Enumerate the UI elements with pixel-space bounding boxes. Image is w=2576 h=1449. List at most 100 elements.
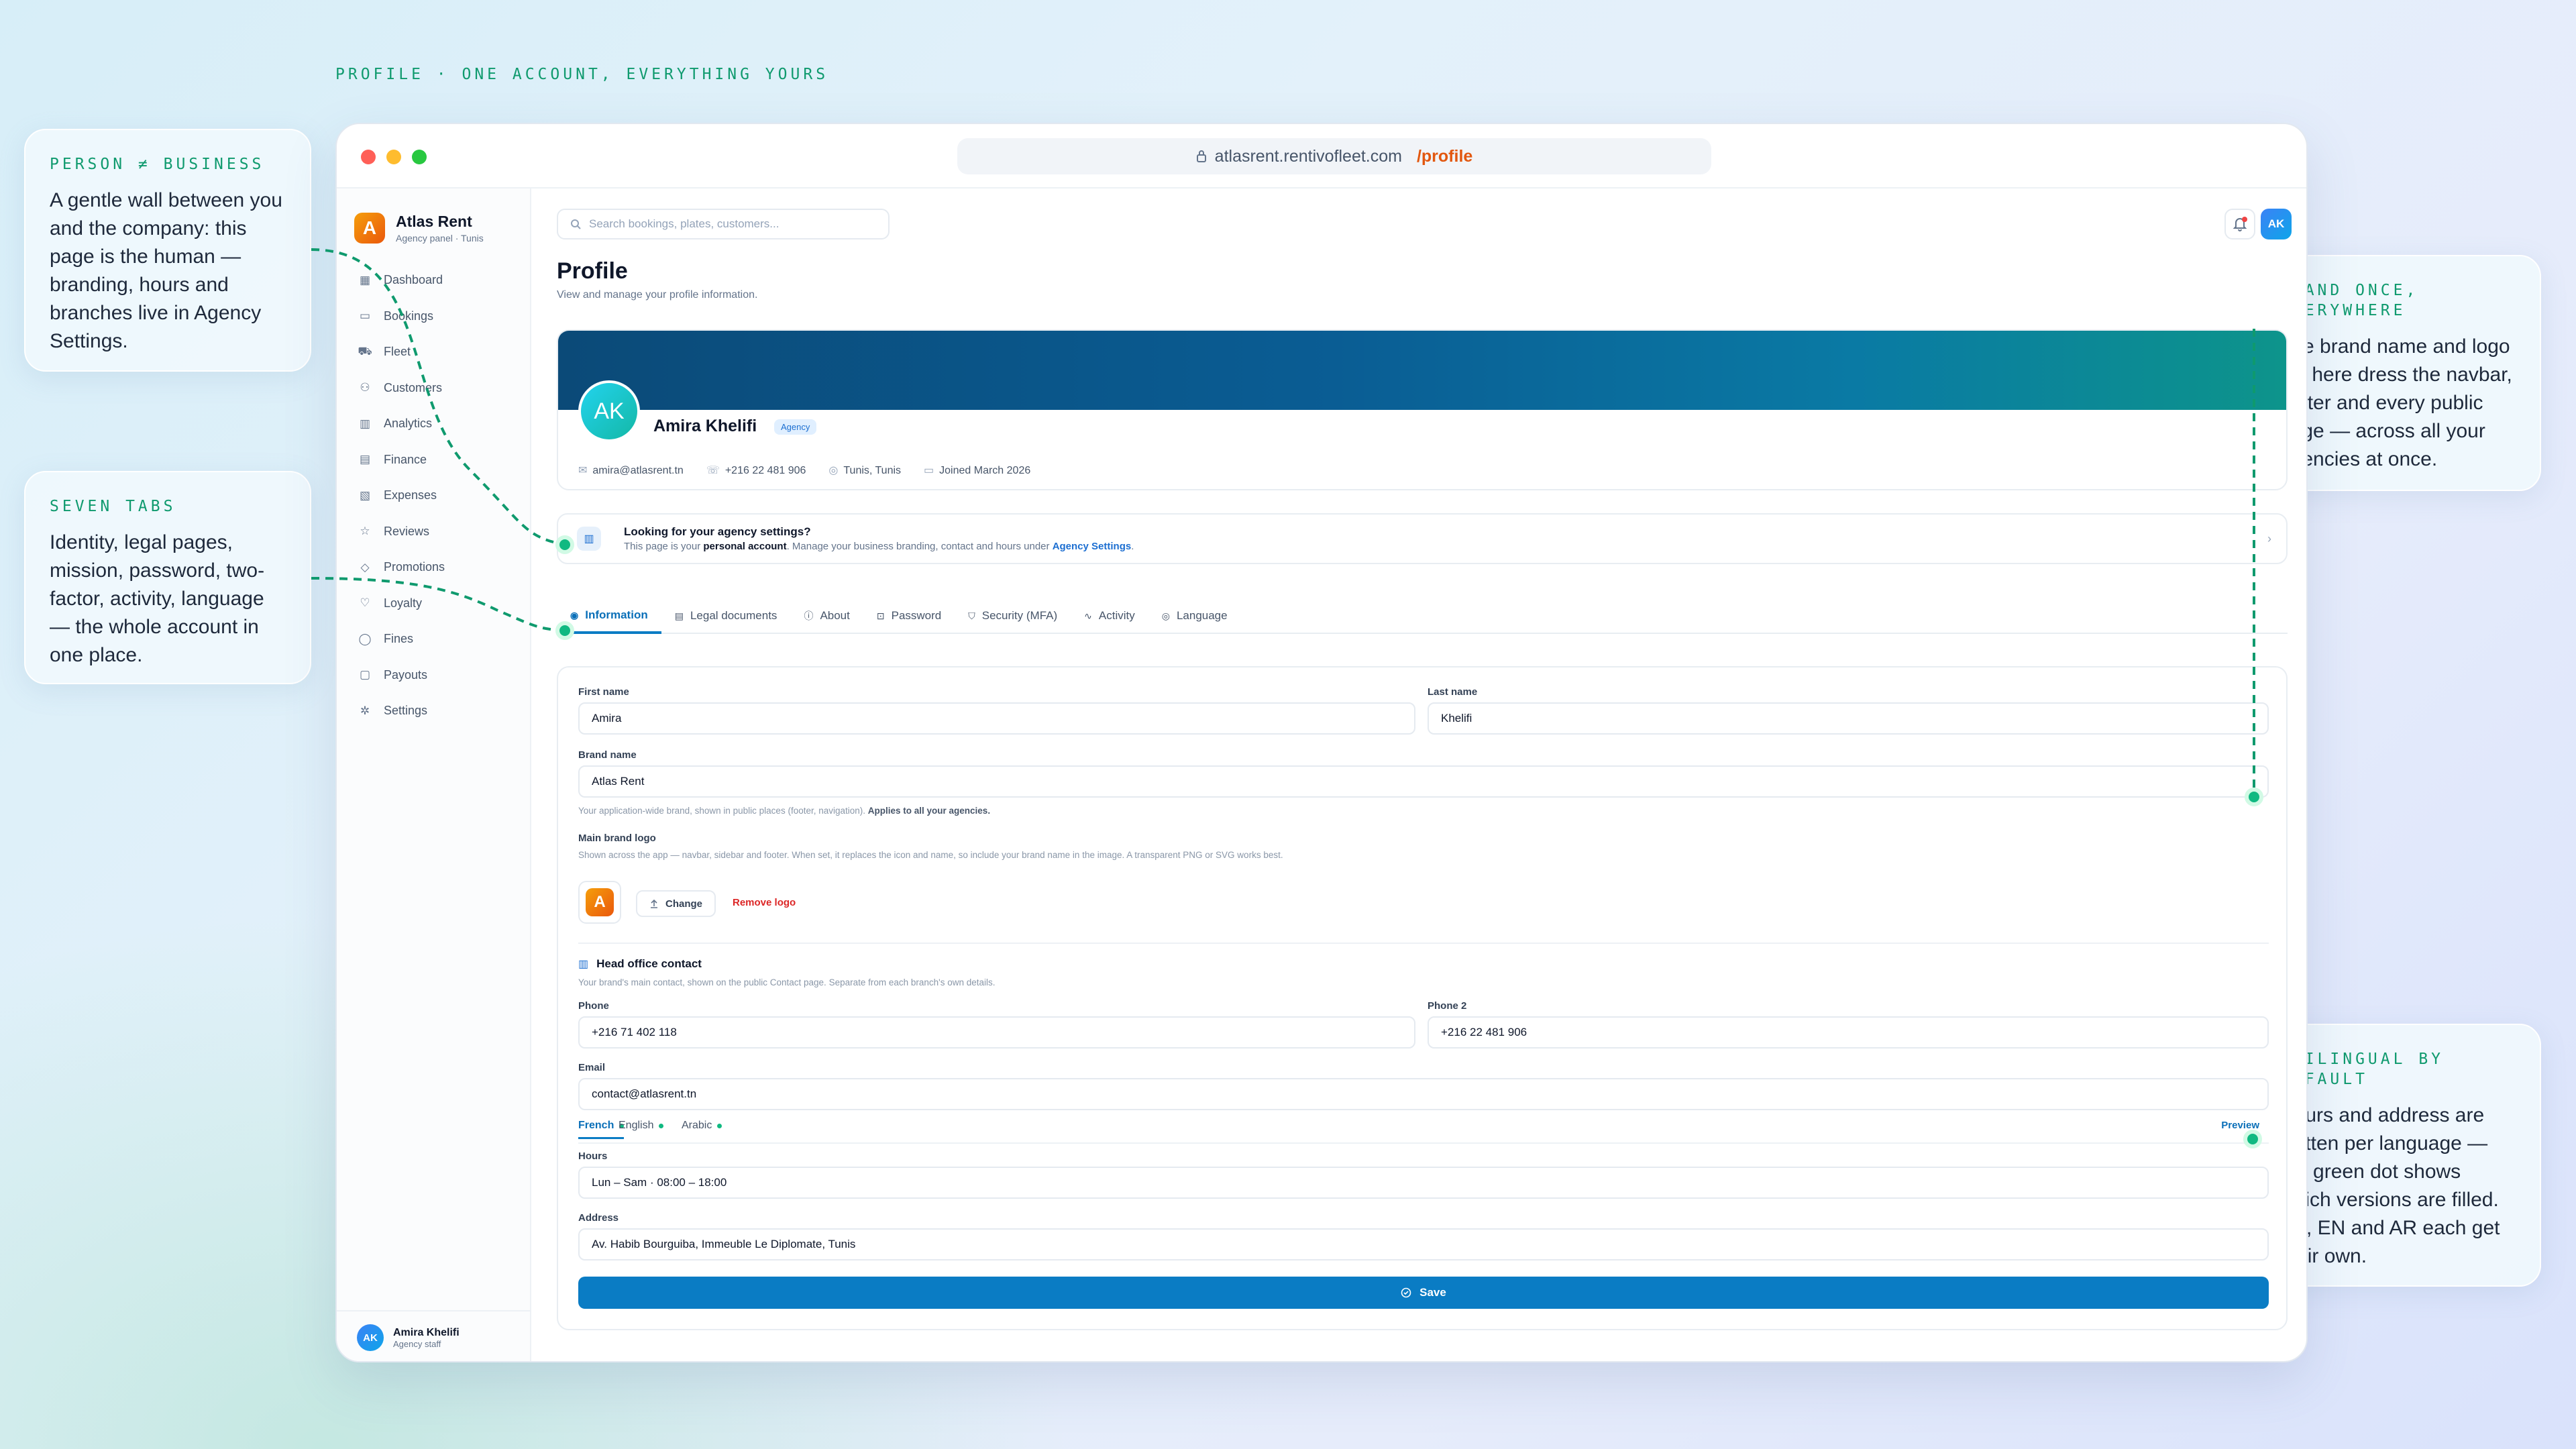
tab-label: Language xyxy=(1176,609,1228,622)
profile-joined: Joined March 2026 xyxy=(939,465,1031,476)
contact-title: Head office contact xyxy=(596,957,702,970)
lang-tab-french[interactable]: French xyxy=(578,1120,625,1139)
role-badge: Agency xyxy=(774,419,817,435)
main-content: Search bookings, plates, customers... AK… xyxy=(533,189,2306,1361)
mail-icon: ✉ xyxy=(578,465,588,476)
check-circle-icon xyxy=(1401,1287,1411,1298)
remove-logo-button[interactable]: Remove logo xyxy=(733,897,796,908)
tab-activity[interactable]: ∿ Activity xyxy=(1071,599,1148,633)
sidebar-item-promotions[interactable]: ◇ Promotions xyxy=(358,549,445,586)
lang-tab-arabic[interactable]: Arabic xyxy=(682,1120,722,1132)
phone-field[interactable]: +216 71 402 118 xyxy=(578,1016,1415,1049)
contact-section-title: ▥ Head office contact xyxy=(578,957,702,971)
chevron-right-icon: › xyxy=(2267,531,2271,545)
brand-hint-bold: Applies to all your agencies. xyxy=(867,806,991,816)
filled-indicator xyxy=(717,1123,722,1128)
brand-logo: A xyxy=(354,213,385,244)
calendar-icon: ▭ xyxy=(924,465,934,476)
sidebar-item-dashboard[interactable]: ▦ Dashboard xyxy=(358,262,445,299)
brand-name: Atlas Rent xyxy=(396,213,472,230)
tab-about[interactable]: ⓘ About xyxy=(790,599,863,633)
reviews-icon: ☆ xyxy=(360,525,370,538)
payouts-icon: ▢ xyxy=(359,668,371,682)
preview-button[interactable]: Preview xyxy=(2221,1120,2259,1131)
email-field[interactable]: contact@atlasrent.tn xyxy=(578,1078,2269,1110)
note-body: Hours and address are written per langua… xyxy=(2279,1104,2500,1267)
agency-settings-link[interactable]: Agency Settings xyxy=(1053,541,1132,552)
page-title: Profile xyxy=(557,258,628,284)
close-window-button[interactable] xyxy=(361,150,376,164)
hours-field[interactable]: Lun – Sam · 08:00 – 18:00 xyxy=(578,1167,2269,1199)
tab-information[interactable]: ◉ Information xyxy=(557,599,661,634)
logo-hint: Shown across the app — navbar, sidebar a… xyxy=(578,850,1283,860)
sidebar-item-bookings[interactable]: ▭ Bookings xyxy=(358,299,445,335)
first-name-field[interactable]: Amira xyxy=(578,702,1415,735)
sidebar-item-analytics[interactable]: ▥ Analytics xyxy=(358,406,445,442)
building-icon: ▥ xyxy=(578,959,589,970)
logo-label: Main brand logo xyxy=(578,833,656,844)
sidebar-brand[interactable]: A Atlas Rent Agency panel · Tunis xyxy=(354,213,484,244)
brand-name-hint: Your application-wide brand, shown in pu… xyxy=(578,806,990,816)
url-host: atlasrent.rentivofleet.com xyxy=(1214,146,1402,166)
maximize-window-button[interactable] xyxy=(412,150,427,164)
brand-subtitle: Agency panel · Tunis xyxy=(396,233,484,244)
lang-tab-label: Arabic xyxy=(682,1120,712,1131)
address-bar[interactable]: atlasrent.rentivofleet.com /profile xyxy=(957,138,1711,174)
fines-icon: ◯ xyxy=(358,632,372,645)
sidebar-item-reviews[interactable]: ☆ Reviews xyxy=(358,514,445,550)
tab-legal-documents[interactable]: ▤ Legal documents xyxy=(661,599,791,633)
phone-icon: ☏ xyxy=(706,465,720,476)
account-avatar[interactable]: AK xyxy=(2261,209,2292,239)
sidebar-item-customers[interactable]: ⚇ Customers xyxy=(358,370,445,407)
brand-name-field[interactable]: Atlas Rent xyxy=(578,765,2269,798)
page-caption: PROFILE · ONE ACCOUNT, EVERYTHING YOURS xyxy=(335,66,829,83)
tab-label: Password xyxy=(891,609,942,622)
sidebar-item-expenses[interactable]: ▧ Expenses xyxy=(358,478,445,514)
sidebar-user[interactable]: AK Amira Khelifi Agency staff xyxy=(337,1310,531,1361)
sidebar: A Atlas Rent Agency panel · Tunis ▦ Dashb… xyxy=(337,189,531,1361)
change-logo-button[interactable]: Change xyxy=(636,890,716,917)
contact-hint: Your brand's main contact, shown on the … xyxy=(578,977,996,987)
tab-label: About xyxy=(820,609,850,622)
tab-label: Information xyxy=(585,608,648,621)
search-input[interactable]: Search bookings, plates, customers... xyxy=(557,209,890,239)
notifications-button[interactable] xyxy=(2224,209,2255,239)
sidebar-item-fleet[interactable]: ⛟ Fleet xyxy=(358,334,445,370)
logo-preview: A xyxy=(578,881,621,924)
finance-icon: ▤ xyxy=(359,453,371,466)
profile-email: amira@atlasrent.tn xyxy=(592,465,684,476)
lang-tab-english[interactable]: English xyxy=(619,1120,664,1132)
tab-password[interactable]: ⊡ Password xyxy=(863,599,955,633)
sidebar-item-label: Fleet xyxy=(384,345,411,359)
tab-label: Activity xyxy=(1098,609,1135,622)
address-field[interactable]: Av. Habib Bourguiba, Immeuble Le Diploma… xyxy=(578,1228,2269,1260)
hours-label: Hours xyxy=(578,1150,608,1162)
note-kicker: BRAND ONCE, EVERYWHERE xyxy=(2279,282,2419,319)
phone2-field[interactable]: +216 22 481 906 xyxy=(1428,1016,2269,1049)
settings-icon: ✲ xyxy=(360,704,370,717)
brand-logo: A xyxy=(586,888,614,916)
notice-text-mid: . Manage your business branding, contact… xyxy=(786,541,1053,552)
sidebar-item-finance[interactable]: ▤ Finance xyxy=(358,442,445,478)
minimize-window-button[interactable] xyxy=(386,150,401,164)
tab-security-mfa[interactable]: ⛉ Security (MFA) xyxy=(955,599,1071,633)
sidebar-item-loyalty[interactable]: ♡ Loyalty xyxy=(358,586,445,622)
save-button[interactable]: Save xyxy=(578,1277,2269,1309)
note-kicker: PERSON ≠ BUSINESS xyxy=(50,156,265,173)
sidebar-item-fines[interactable]: ◯ Fines xyxy=(358,621,445,657)
profile-banner xyxy=(558,331,2286,410)
profile-name: Amira Khelifi xyxy=(653,417,757,435)
notice-text-pre: This page is your xyxy=(624,541,704,552)
user-name: Amira Khelifi xyxy=(393,1326,460,1338)
tab-language[interactable]: ◎ Language xyxy=(1148,599,1241,633)
last-name-field[interactable]: Khelifi xyxy=(1428,702,2269,735)
sidebar-item-label: Promotions xyxy=(384,560,445,574)
notice-title: Looking for your agency settings? xyxy=(624,525,811,538)
agency-settings-notice[interactable]: ▥ Looking for your agency settings? This… xyxy=(557,513,2288,564)
analytics-icon: ▥ xyxy=(359,417,371,430)
sidebar-item-payouts[interactable]: ▢ Payouts xyxy=(358,657,445,694)
tab-icon: ◎ xyxy=(1161,610,1170,621)
profile-meta: ✉ amira@atlasrent.tn ☏ +216 22 481 906 ◎ Tu… xyxy=(578,464,1030,477)
brand-hint-text: Your application-wide brand, shown in pu… xyxy=(578,806,868,816)
sidebar-item-settings[interactable]: ✲ Settings xyxy=(358,693,445,729)
